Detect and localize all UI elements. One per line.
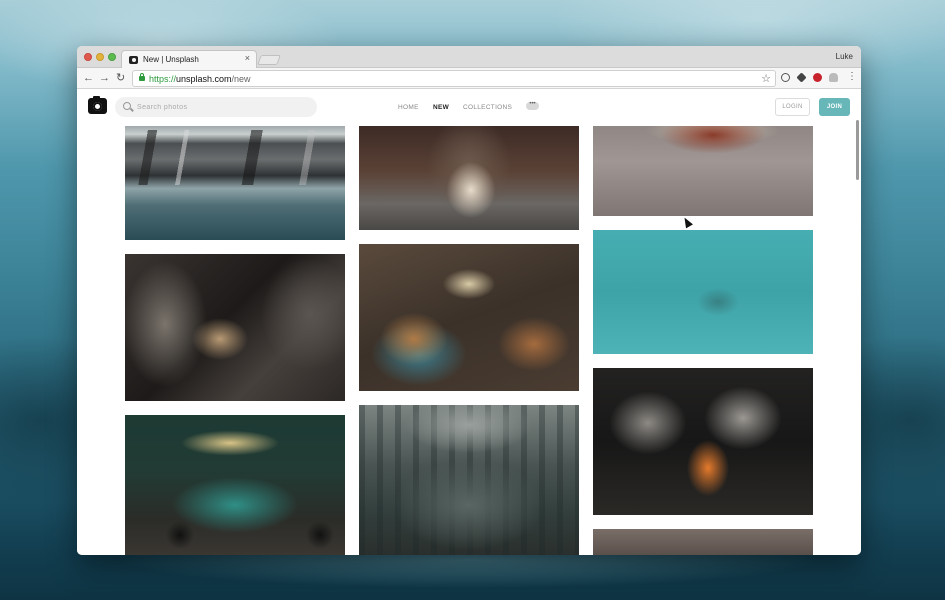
search-icon — [123, 102, 131, 110]
login-button[interactable]: LOGIN — [775, 98, 810, 116]
photo-dancer-feet[interactable] — [593, 125, 813, 216]
photo-tea-glasses[interactable] — [125, 254, 345, 401]
photo-food-table[interactable] — [359, 244, 579, 391]
page-viewport: HOME NEW COLLECTIONS ••• LOGIN JOIN — [77, 90, 861, 555]
browser-window: New | Unsplash × Luke ← → ↻ https://unsp… — [77, 46, 861, 555]
reload-icon[interactable]: ↻ — [116, 71, 125, 85]
lock-icon — [139, 73, 145, 81]
extension-info-icon[interactable] — [781, 73, 790, 82]
close-icon[interactable]: × — [245, 54, 250, 63]
camera-icon[interactable] — [88, 96, 107, 114]
photo-turquoise-water[interactable] — [593, 230, 813, 354]
site-header: HOME NEW COLLECTIONS ••• LOGIN JOIN — [77, 90, 861, 126]
nav-collections[interactable]: COLLECTIONS — [463, 104, 512, 111]
photo-dancer[interactable] — [359, 125, 579, 230]
photo-busy-street[interactable] — [359, 405, 579, 555]
camera-icon — [129, 56, 138, 64]
photo-partial[interactable] — [593, 529, 813, 555]
back-arrow-icon[interactable]: ← — [83, 71, 94, 85]
more-button[interactable]: ••• — [526, 101, 539, 110]
tab-bar: New | Unsplash × Luke — [77, 46, 861, 69]
photo-mountains-lake[interactable] — [125, 125, 345, 240]
browser-tab[interactable]: New | Unsplash × — [121, 50, 257, 69]
address-bar[interactable]: https://unsplash.com/new ☆ — [132, 70, 776, 87]
star-icon[interactable]: ☆ — [761, 72, 771, 85]
url-scheme: https:// — [149, 74, 177, 84]
url-host: unsplash.com — [176, 74, 232, 84]
nav-new[interactable]: NEW — [433, 104, 449, 111]
window-minimize-button[interactable] — [96, 53, 104, 61]
forward-arrow-icon[interactable]: → — [99, 71, 110, 85]
window-maximize-button[interactable] — [108, 53, 116, 61]
profile-name[interactable]: Luke — [836, 52, 853, 61]
url-path: /new — [231, 74, 251, 84]
extension-gear-icon[interactable] — [796, 72, 807, 83]
photo-kettles[interactable] — [593, 368, 813, 515]
join-button[interactable]: JOIN — [819, 98, 850, 116]
window-close-button[interactable] — [84, 53, 92, 61]
nav-home[interactable]: HOME — [398, 104, 419, 111]
tab-title: New | Unsplash — [143, 55, 199, 64]
browser-toolbar: ← → ↻ https://unsplash.com/new ☆ ⋮ — [77, 68, 861, 89]
scrollbar[interactable] — [856, 120, 859, 180]
new-tab-button[interactable] — [257, 55, 281, 65]
search-input[interactable] — [137, 100, 307, 114]
pinterest-icon[interactable] — [813, 73, 822, 82]
url-text[interactable]: https://unsplash.com/new — [149, 74, 251, 84]
search-bar[interactable] — [115, 97, 317, 117]
mouse-cursor-icon — [681, 215, 693, 229]
kebab-menu-icon[interactable]: ⋮ — [847, 71, 857, 83]
photo-rickshaw[interactable] — [125, 415, 345, 555]
cloud-icon[interactable] — [829, 73, 838, 82]
